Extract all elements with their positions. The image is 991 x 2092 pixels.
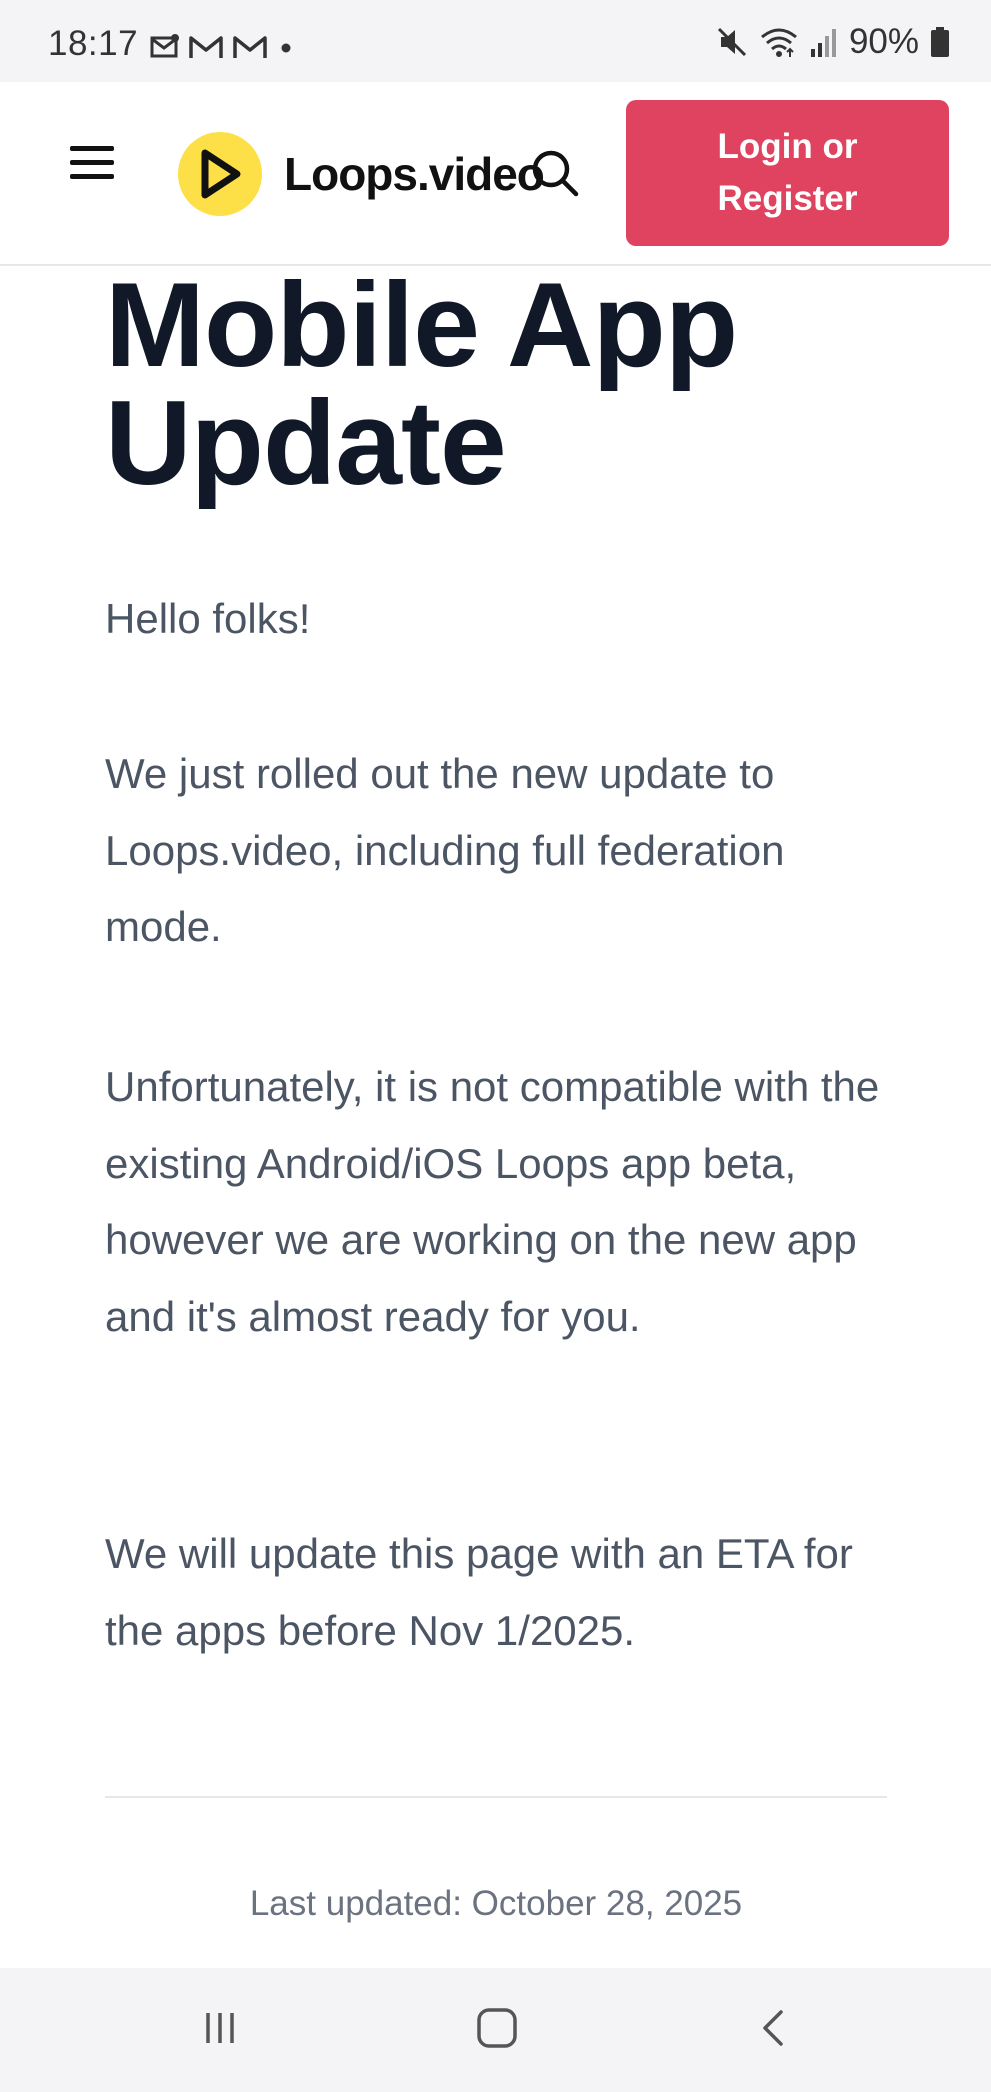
page-title: Mobile App Update [105,258,738,510]
status-time: 18:17 [48,24,139,63]
recent-apps-icon[interactable] [190,1998,250,2058]
system-nav-bar [0,1968,991,2092]
site-header: Loops.video Login or Register [0,82,991,266]
divider [105,1796,887,1798]
paragraph-compatibility: Unfortunately, it is not compatible with… [105,1063,880,1340]
dot-icon [281,43,291,53]
paragraph-eta: We will update this page with an ETA for… [105,1530,853,1654]
status-right: 90% [715,22,951,62]
loops-logo-icon [178,132,262,216]
battery-percent: 90% [848,22,919,61]
home-icon[interactable] [467,1998,527,2058]
paragraph-greeting: Hello folks! [105,595,311,642]
site-name: Loops.video [284,148,545,200]
last-updated: Last updated: October 28, 2025 [249,1884,743,1923]
login-register-button[interactable]: Login or Register [626,100,949,246]
paragraph-update: We just rolled out the new update to Loo… [105,750,785,950]
battery-icon [931,27,949,57]
wifi-icon [760,28,797,57]
notification-icons [150,30,296,64]
mute-icon [717,27,746,57]
gmail-icon [233,36,267,58]
gmail-icon [189,36,223,58]
back-icon[interactable] [745,1998,805,2058]
mail-icon [150,34,179,58]
hamburger-menu-icon[interactable] [70,146,118,186]
status-bar: 18:17 90% [0,0,991,82]
search-icon[interactable] [530,148,580,198]
site-logo-link[interactable]: Loops.video [178,131,545,217]
signal-icon [810,29,836,57]
